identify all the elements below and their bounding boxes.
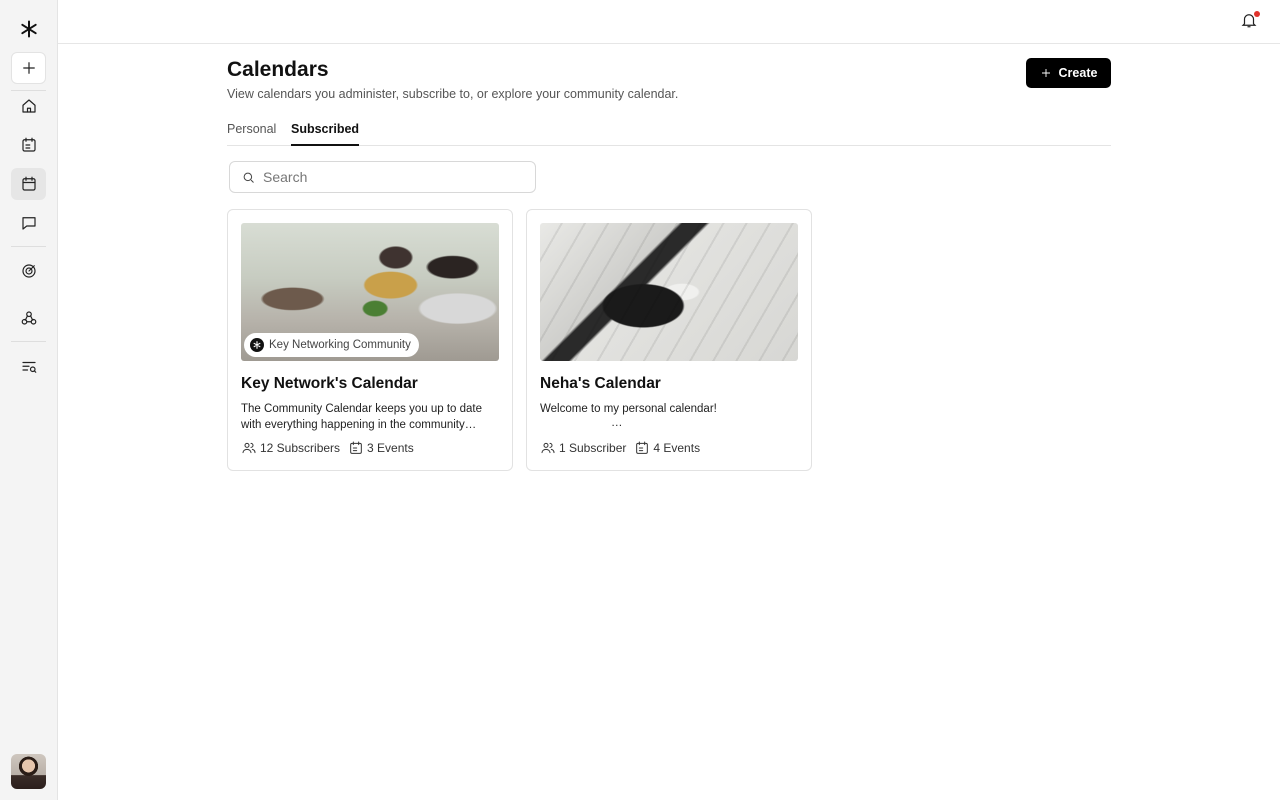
sidebar-create-button[interactable] <box>11 52 46 84</box>
top-bar <box>58 0 1280 44</box>
event-icon <box>21 137 36 152</box>
app-logo[interactable] <box>17 18 41 40</box>
webhook-icon <box>21 311 36 325</box>
plus-icon <box>22 62 35 74</box>
home-icon <box>21 99 36 113</box>
users-icon <box>242 442 256 454</box>
calendar-title: Neha's Calendar <box>540 375 661 392</box>
calendar-title: Key Network's Calendar <box>241 375 418 392</box>
sidebar-item-home[interactable] <box>11 90 46 122</box>
users-icon <box>541 442 555 454</box>
calendar-description: The Community Calendar keeps you up to d… <box>241 403 482 431</box>
logo-icon <box>21 20 37 38</box>
sidebar-item-messages[interactable] <box>11 207 46 239</box>
sidebar-divider <box>11 246 46 247</box>
community-tag-label: Key Networking Community <box>269 339 411 351</box>
sidebar-item-integrations[interactable] <box>11 302 46 334</box>
sidebar-divider <box>11 341 46 342</box>
calendar-card[interactable]: Neha's Calendar Welcome to my personal c… <box>526 209 812 471</box>
search-box <box>229 161 536 193</box>
notifications-button[interactable] <box>1240 11 1260 31</box>
tab-subscribed[interactable]: Subscribed <box>291 122 360 146</box>
calendar-cover-image: Key Networking Community <box>241 223 499 361</box>
create-button-label: Create <box>1058 66 1098 80</box>
calendar-description: Welcome to my personal calendar! <box>540 403 717 415</box>
sidebar-item-events[interactable] <box>11 129 46 161</box>
event-count: 4 Events <box>653 441 701 455</box>
subscriber-count: 1 Subscriber <box>559 441 627 455</box>
calendar-card[interactable]: Key Networking Community Key Network's C… <box>227 209 513 471</box>
calendar-stats: 1 Subscriber 4 Events <box>540 440 700 456</box>
page-subtitle: View calendars you administer, subscribe… <box>227 87 679 101</box>
tab-personal[interactable]: Personal <box>227 122 276 146</box>
tab-bar: Personal Subscribed <box>227 120 1111 146</box>
sidebar-item-search-list[interactable] <box>11 351 46 383</box>
notification-dot <box>1254 11 1260 17</box>
community-logo-icon <box>250 338 264 352</box>
page-title: Calendars <box>227 58 329 81</box>
event-icon <box>350 441 362 454</box>
list-search-icon <box>21 361 36 373</box>
sidebar <box>0 0 58 800</box>
description-ellipsis: … <box>611 417 623 429</box>
calendar-stats: 12 Subscribers 3 Events <box>241 440 414 456</box>
plus-icon <box>1041 69 1050 77</box>
target-icon <box>21 264 36 278</box>
subscriber-count: 12 Subscribers <box>260 441 341 455</box>
sidebar-item-analytics[interactable] <box>11 255 46 287</box>
user-avatar[interactable] <box>11 754 46 789</box>
community-tag: Key Networking Community <box>244 333 419 357</box>
event-count: 3 Events <box>367 441 414 455</box>
event-icon <box>636 441 649 454</box>
calendar-icon <box>21 176 36 191</box>
sidebar-item-calendars[interactable] <box>11 168 46 200</box>
calendar-cover-image <box>540 223 798 361</box>
search-input[interactable] <box>263 169 513 185</box>
create-button[interactable]: Create <box>1026 58 1111 88</box>
search-icon <box>243 172 254 183</box>
chat-icon <box>21 217 36 230</box>
